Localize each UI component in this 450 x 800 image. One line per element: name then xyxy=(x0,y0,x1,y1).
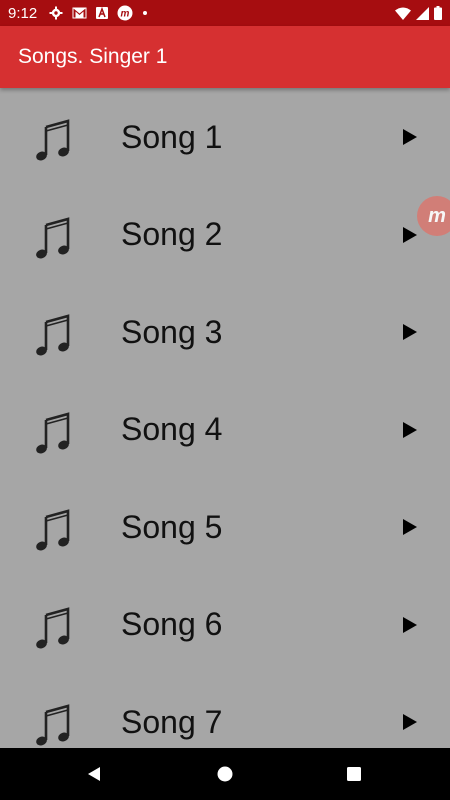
m-logo-icon: m xyxy=(428,205,446,227)
music-note-icon xyxy=(36,704,70,746)
song-title: Song 6 xyxy=(121,606,223,642)
song-list[interactable]: Song 1 Song 2 Song 3 Song 4 Song 5 Song 6 Song… xyxy=(0,88,450,748)
song-row[interactable]: Song 2 xyxy=(0,186,450,284)
song-title: Song 5 xyxy=(121,508,223,545)
back-icon xyxy=(88,767,100,781)
music-note-icon xyxy=(36,314,70,356)
notification-icons: m xyxy=(49,5,148,21)
screen: 9:12 m Songs. Singer 1 Song 1 Song 2 Son… xyxy=(0,0,450,800)
gmail-icon xyxy=(72,7,87,19)
back-button[interactable] xyxy=(84,764,104,784)
gear-icon xyxy=(49,6,63,20)
status-bar: 9:12 m xyxy=(0,0,450,26)
song-row[interactable]: Song 6 xyxy=(0,576,450,674)
signal-icon xyxy=(416,6,429,20)
wifi-icon xyxy=(395,7,411,20)
song-row[interactable]: Song 4 xyxy=(0,381,450,479)
home-button[interactable] xyxy=(215,764,235,784)
floating-m-bubble[interactable]: m xyxy=(417,196,450,236)
play-icon[interactable] xyxy=(402,226,418,244)
svg-text:m: m xyxy=(121,9,130,20)
song-row[interactable]: Song 7 xyxy=(0,673,450,748)
font-icon xyxy=(96,7,109,19)
play-icon[interactable] xyxy=(402,616,418,634)
home-icon xyxy=(217,766,233,782)
play-icon[interactable] xyxy=(402,128,418,146)
song-title: Song 1 xyxy=(121,118,223,155)
recents-icon xyxy=(347,767,361,781)
app-title: Songs. Singer 1 xyxy=(18,45,168,68)
recents-button[interactable] xyxy=(344,764,364,784)
song-title: Song 7 xyxy=(121,703,223,740)
system-icons xyxy=(395,6,442,20)
play-icon[interactable] xyxy=(402,518,418,536)
play-icon[interactable] xyxy=(402,421,418,439)
m-icon: m xyxy=(117,5,133,21)
music-note-icon xyxy=(36,411,70,453)
battery-icon xyxy=(434,6,442,20)
app-bar: Songs. Singer 1 xyxy=(0,26,450,88)
navigation-bar xyxy=(0,748,450,800)
status-time: 9:12 xyxy=(8,4,38,22)
music-note-icon xyxy=(36,216,70,258)
song-title: Song 4 xyxy=(121,411,223,447)
song-row[interactable]: Song 5 xyxy=(0,478,450,576)
music-note-icon xyxy=(36,119,70,161)
music-note-icon xyxy=(36,509,70,551)
svg-text:m: m xyxy=(428,205,446,227)
song-title: Song 2 xyxy=(121,216,223,252)
play-icon[interactable] xyxy=(402,323,418,341)
play-icon[interactable] xyxy=(402,713,418,731)
dot-icon xyxy=(143,11,148,15)
song-row[interactable]: Song 3 xyxy=(0,283,450,381)
song-title: Song 3 xyxy=(121,313,223,350)
song-row[interactable]: Song 1 xyxy=(0,88,450,186)
music-note-icon xyxy=(36,606,70,648)
